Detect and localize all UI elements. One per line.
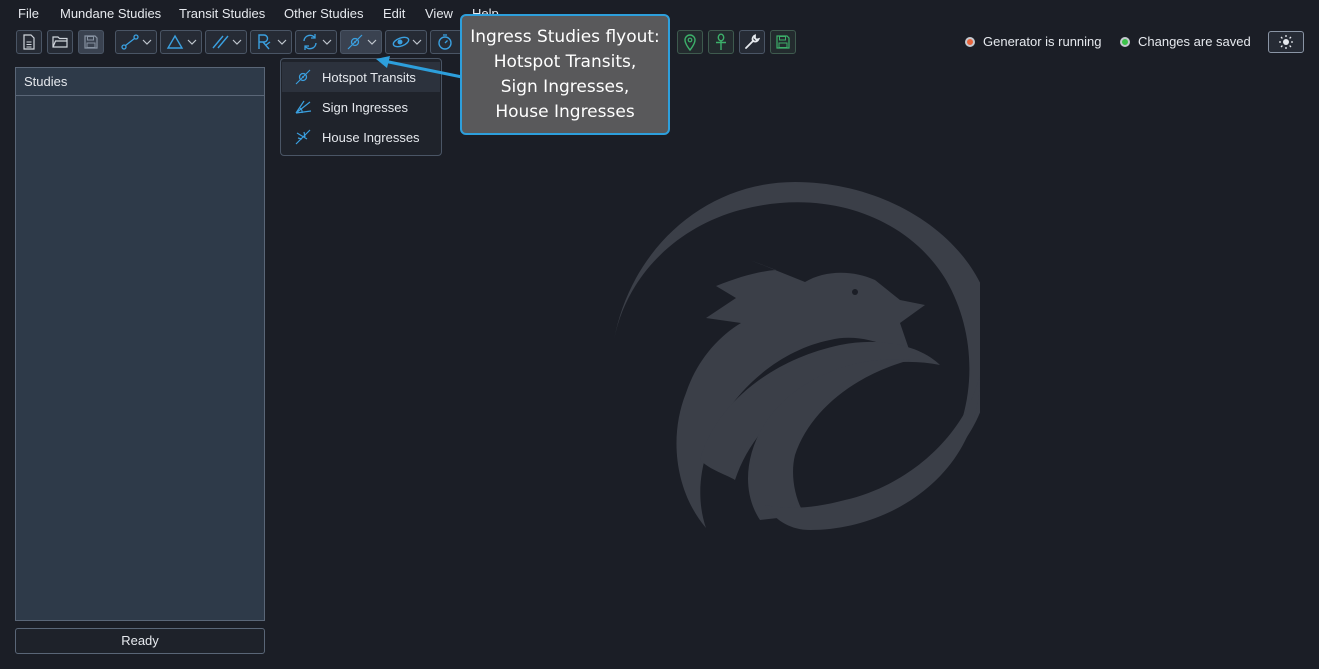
triangle-icon [166,34,184,49]
callout-arrow [376,56,463,79]
callout-line-2: Hotspot Transits, [493,51,637,72]
chevron-down-icon [232,39,242,45]
saved-status-label: Changes are saved [1138,34,1251,49]
rx-icon [258,34,271,50]
cycle-studies-dropdown[interactable] [295,30,337,54]
flyout-item-house-ingresses[interactable]: House Ingresses [282,122,440,152]
menu-file[interactable]: File [18,6,39,21]
ankh-icon [716,33,726,50]
generator-status: Generator is running [965,34,1102,49]
sun-icon [1279,35,1293,49]
eclipse-icon [392,36,410,48]
location-button[interactable] [677,30,703,54]
menu-edit[interactable]: Edit [383,6,405,21]
chevron-down-icon [412,39,422,45]
annotation-callout: Ingress Studies flyout: Hotspot Transits… [460,14,670,135]
hotspot-icon [295,69,311,85]
aspect-studies-dropdown[interactable] [115,30,157,54]
ingress-studies-dropdown[interactable] [340,30,382,54]
flyout-item-label: Sign Ingresses [322,99,408,115]
parallel-studies-dropdown[interactable] [205,30,247,54]
saved-status-indicator [1120,36,1130,47]
wrench-icon [745,34,760,49]
generator-status-indicator [965,36,975,47]
menu-other-studies[interactable]: Other Studies [284,6,364,21]
open-folder-icon [52,36,68,48]
studies-panel-title: Studies [16,68,264,96]
callout-line-1: Ingress Studies flyout: [470,26,660,47]
menu-view[interactable]: View [425,6,453,21]
timer-icon [438,34,452,50]
chevron-down-icon [277,39,287,45]
ingress-icon [347,34,363,50]
house-ingress-icon [295,129,311,145]
retrograde-studies-dropdown[interactable] [250,30,292,54]
status-bar: Ready [15,628,265,654]
flyout-item-sign-ingresses[interactable]: Sign Ingresses [282,92,440,122]
chevron-down-icon [367,39,377,45]
eagle-eye [852,289,858,295]
theme-toggle-button[interactable] [1268,31,1304,53]
location-pin-icon [684,34,696,51]
saved-status: Changes are saved [1120,34,1251,49]
callout-line-3: Sign Ingresses, [500,76,630,97]
parallel-icon [212,35,229,49]
disk-icon [776,35,790,49]
new-file-button[interactable] [16,30,42,54]
tools-button[interactable] [739,30,765,54]
flyout-item-label: House Ingresses [322,129,420,145]
open-button[interactable] [47,30,73,54]
cycle-icon [303,34,317,50]
menu-transit-studies[interactable]: Transit Studies [179,6,265,21]
harmonic-studies-dropdown[interactable] [160,30,202,54]
studies-panel: Studies [15,67,265,621]
menu-mundane-studies[interactable]: Mundane Studies [60,6,161,21]
chevron-down-icon [322,39,332,45]
eagle-logo [614,182,980,530]
generator-status-label: Generator is running [983,34,1102,49]
save-button[interactable] [78,30,104,54]
callout-line-4: House Ingresses [495,101,635,122]
aspect-link-icon [121,34,139,50]
chevron-down-icon [142,39,152,45]
save-all-button[interactable] [770,30,796,54]
ankh-button[interactable] [708,30,734,54]
chevron-down-icon [187,39,197,45]
eclipse-studies-dropdown[interactable] [385,30,427,54]
sign-ingress-icon [295,100,312,114]
save-icon [84,35,98,49]
new-file-icon [23,34,35,50]
